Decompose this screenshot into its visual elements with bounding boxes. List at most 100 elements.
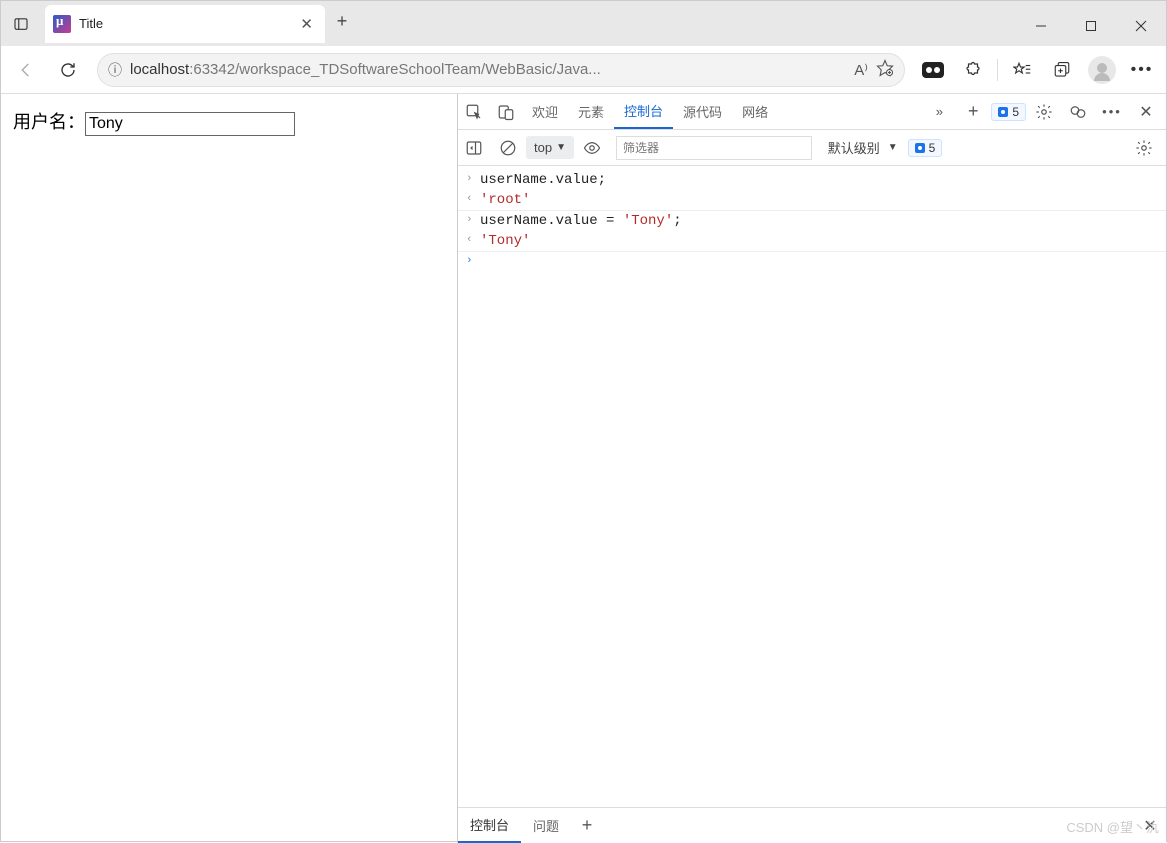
username-input[interactable]: [85, 112, 295, 136]
menu-button[interactable]: •••: [1124, 53, 1160, 87]
issue-count: 5: [1012, 105, 1019, 119]
drawer-tab-issues[interactable]: 问题: [521, 809, 571, 843]
url-text: localhost:63342/workspace_TDSoftwareScho…: [130, 61, 846, 78]
new-tab-devtools-button[interactable]: +: [957, 95, 989, 129]
extensions-button[interactable]: [955, 53, 991, 87]
back-button[interactable]: [7, 53, 45, 87]
window-controls: [1016, 6, 1166, 46]
console-filterbar: top ▼ 默认级别 ▼ 5: [458, 130, 1166, 166]
gear-icon: [1135, 139, 1153, 157]
live-expression-button[interactable]: [576, 131, 608, 165]
issue-dot-icon: [998, 107, 1008, 117]
more-icon: •••: [1131, 61, 1154, 79]
extension-icon: [922, 62, 944, 78]
context-label: top: [534, 140, 552, 155]
refresh-button[interactable]: [49, 53, 87, 87]
puzzle-icon: [964, 61, 982, 79]
eye-icon: [583, 139, 601, 157]
console-input-row: › userName.value;: [458, 170, 1166, 190]
console-prompt-row[interactable]: ›: [458, 251, 1166, 272]
devtools-tabs: 欢迎 元素 控制台 源代码 网络 » + 5 ••• ✕: [458, 94, 1166, 130]
chevron-right-double-icon: »: [936, 104, 943, 119]
input-marker-icon: ›: [466, 213, 480, 226]
tab-welcome[interactable]: 欢迎: [522, 95, 568, 129]
console-result-row: ‹ 'root': [458, 190, 1166, 210]
console-code: userName.value;: [480, 172, 606, 188]
window-titlebar: Title ✕ +: [1, 1, 1166, 46]
gear-icon: [1035, 103, 1053, 121]
favorites-button[interactable]: [1004, 53, 1040, 87]
new-tab-button[interactable]: +: [325, 11, 359, 36]
sidebar-toggle-button[interactable]: [458, 131, 490, 165]
devtools-feedback-button[interactable]: [1062, 95, 1094, 129]
drawer-tab-console[interactable]: 控制台: [458, 809, 521, 843]
tab-actions-icon: [12, 15, 30, 33]
devtools-drawer: 控制台 问题 + ✕: [458, 807, 1166, 843]
inspect-element-button[interactable]: [458, 95, 490, 129]
devtools-panel: 欢迎 元素 控制台 源代码 网络 » + 5 ••• ✕: [457, 94, 1166, 843]
site-info-icon[interactable]: ⓘ: [108, 60, 122, 80]
output-marker-icon: ‹: [466, 192, 480, 205]
console-result: 'Tony': [480, 233, 530, 249]
profile-button[interactable]: [1084, 53, 1120, 87]
chevron-down-icon: ▼: [556, 142, 566, 153]
devtools-settings-button[interactable]: [1028, 95, 1060, 129]
tab-actions-button[interactable]: [1, 6, 41, 42]
issues-pill-2[interactable]: 5: [908, 139, 943, 157]
extension-button[interactable]: [915, 53, 951, 87]
tab-close-button[interactable]: ✕: [296, 13, 317, 35]
console-output[interactable]: › userName.value; ‹ 'root' › userName.va…: [458, 166, 1166, 807]
close-icon: ✕: [1139, 102, 1152, 122]
plus-icon: +: [582, 815, 593, 836]
star-lines-icon: [1013, 61, 1031, 79]
input-marker-icon: ›: [466, 172, 480, 185]
read-aloud-icon[interactable]: A⁾: [854, 61, 868, 79]
console-settings-button[interactable]: [1128, 131, 1160, 165]
devtools-menu-button[interactable]: •••: [1096, 95, 1128, 129]
tab-elements[interactable]: 元素: [568, 95, 614, 129]
maximize-icon: [1085, 20, 1097, 32]
tab-sources[interactable]: 源代码: [673, 95, 732, 129]
more-tabs-button[interactable]: »: [923, 95, 955, 129]
issue-dot-icon: [915, 143, 925, 153]
tab-network[interactable]: 网络: [732, 95, 778, 129]
close-icon: [1135, 20, 1147, 32]
issues-pill[interactable]: 5: [991, 103, 1026, 121]
prompt-marker-icon: ›: [466, 254, 480, 267]
browser-tab[interactable]: Title ✕: [45, 5, 325, 43]
close-window-button[interactable]: [1116, 6, 1166, 46]
issue-count-2: 5: [929, 141, 936, 155]
log-level-label: 默认级别: [828, 138, 880, 157]
browser-toolbar: ⓘ localhost:63342/workspace_TDSoftwareSc…: [1, 46, 1166, 94]
clear-console-button[interactable]: [492, 131, 524, 165]
filter-input[interactable]: [616, 136, 812, 160]
context-selector[interactable]: top ▼: [526, 136, 574, 159]
console-input-row: › userName.value = 'Tony';: [458, 210, 1166, 231]
collections-button[interactable]: [1044, 53, 1080, 87]
inspect-icon: [465, 103, 483, 121]
log-level-selector[interactable]: 默认级别 ▼: [820, 134, 906, 161]
device-toolbar-button[interactable]: [490, 95, 522, 129]
drawer-new-tab-button[interactable]: +: [571, 809, 603, 843]
minimize-button[interactable]: [1016, 6, 1066, 46]
clear-icon: [499, 139, 517, 157]
device-icon: [497, 103, 515, 121]
address-bar[interactable]: ⓘ localhost:63342/workspace_TDSoftwareSc…: [97, 53, 905, 87]
output-marker-icon: ‹: [466, 233, 480, 246]
favorites-star-icon[interactable]: [876, 59, 894, 80]
chevron-down-icon: ▼: [888, 142, 898, 153]
toolbar-separator: [997, 59, 998, 81]
more-icon: •••: [1102, 104, 1122, 119]
username-label: 用户名：: [13, 112, 85, 132]
console-result: 'root': [480, 192, 530, 208]
avatar-icon: [1088, 56, 1116, 84]
devtools-close-button[interactable]: ✕: [1130, 95, 1162, 129]
tab-title: Title: [79, 16, 288, 31]
console-prompt[interactable]: [480, 254, 488, 270]
maximize-button[interactable]: [1066, 6, 1116, 46]
plus-icon: +: [968, 101, 979, 122]
arrow-left-icon: [17, 61, 35, 79]
feedback-icon: [1069, 103, 1087, 121]
page-content: 用户名：: [1, 94, 457, 843]
tab-console[interactable]: 控制台: [614, 95, 673, 129]
